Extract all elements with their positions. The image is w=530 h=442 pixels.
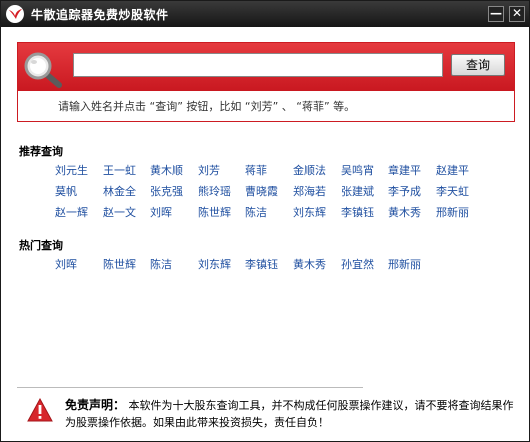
query-button[interactable]: 查询 <box>451 54 505 76</box>
disclaimer-text-line1: 本软件为十大股东查询工具，并不构成任何股票操作建议，请不要将查询结果作 <box>128 399 514 412</box>
name-link[interactable]: 刘晖 <box>55 256 77 272</box>
name-link[interactable]: 陈洁 <box>150 256 172 272</box>
disclaimer-text-line2: 为股票操作依据。如果由此带来投资损失，责任自负！ <box>65 416 329 429</box>
app-logo-icon <box>6 5 24 23</box>
magnifier-icon <box>23 51 67 94</box>
name-link[interactable]: 刘芳 <box>198 162 220 178</box>
name-link[interactable]: 李镇钰 <box>245 256 278 272</box>
name-link[interactable]: 章建平 <box>388 162 421 178</box>
search-panel: 查询 请输入姓名并点击 “查询” 按钮，比如 “刘芳” 、 “蒋菲” 等。 <box>17 42 515 122</box>
name-link[interactable]: 李天虹 <box>436 183 469 199</box>
hot-section-title: 热门查询 <box>19 239 63 252</box>
name-link[interactable]: 张建斌 <box>341 183 374 199</box>
name-link[interactable]: 陈世辉 <box>198 204 231 220</box>
name-link[interactable]: 刘晖 <box>150 204 172 220</box>
name-link[interactable]: 曹晓霞 <box>245 183 278 199</box>
name-link[interactable]: 金顺法 <box>293 162 326 178</box>
name-link[interactable]: 黄木秀 <box>388 204 421 220</box>
window-title: 牛散追踪器免费炒股软件 <box>31 8 169 22</box>
search-hint: 请输入姓名并点击 “查询” 按钮，比如 “刘芳” 、 “蒋菲” 等。 <box>58 100 356 113</box>
name-link[interactable]: 陈洁 <box>245 204 267 220</box>
close-button[interactable]: ✕ <box>509 6 525 22</box>
name-link[interactable]: 邢新丽 <box>388 256 421 272</box>
name-link[interactable]: 李予成 <box>388 183 421 199</box>
name-link[interactable]: 赵一文 <box>103 204 136 220</box>
name-link[interactable]: 莫帆 <box>55 183 77 199</box>
name-link[interactable]: 吴鸣宵 <box>341 162 374 178</box>
app-window: 牛散追踪器免费炒股软件 — ✕ 查询 请输入姓名并点击 “查询” 按钮，比如 “… <box>0 0 530 442</box>
name-link[interactable]: 熊玲瑶 <box>198 183 231 199</box>
name-link[interactable]: 赵建平 <box>436 162 469 178</box>
name-link[interactable]: 陈世辉 <box>103 256 136 272</box>
recommended-section-title: 推荐查询 <box>19 145 63 158</box>
name-link[interactable]: 张克强 <box>150 183 183 199</box>
name-link[interactable]: 林金全 <box>103 183 136 199</box>
search-input[interactable] <box>73 53 443 77</box>
search-band: 查询 <box>18 43 514 91</box>
name-link[interactable]: 赵一辉 <box>55 204 88 220</box>
name-link[interactable]: 刘元生 <box>55 162 88 178</box>
name-link[interactable]: 李镇钰 <box>341 204 374 220</box>
disclaimer: 免责声明： 本软件为十大股东查询工具，并不构成任何股票操作建议，请不要将查询结果… <box>65 397 515 431</box>
name-link[interactable]: 孙宜然 <box>341 256 374 272</box>
name-link[interactable]: 王一虹 <box>103 162 136 178</box>
name-link[interactable]: 刘东辉 <box>198 256 231 272</box>
name-link[interactable]: 黄木秀 <box>293 256 326 272</box>
name-link[interactable]: 邢新丽 <box>436 204 469 220</box>
title-bar[interactable]: 牛散追踪器免费炒股软件 — ✕ <box>1 1 529 27</box>
name-link[interactable]: 刘东辉 <box>293 204 326 220</box>
minimize-button[interactable]: — <box>488 6 504 22</box>
name-link[interactable]: 蒋菲 <box>245 162 267 178</box>
name-link[interactable]: 郑海若 <box>293 183 326 199</box>
disclaimer-label: 免责声明： <box>65 398 126 412</box>
warning-triangle-icon <box>27 397 53 425</box>
name-link[interactable]: 黄木顺 <box>150 162 183 178</box>
footer-divider <box>17 387 363 388</box>
